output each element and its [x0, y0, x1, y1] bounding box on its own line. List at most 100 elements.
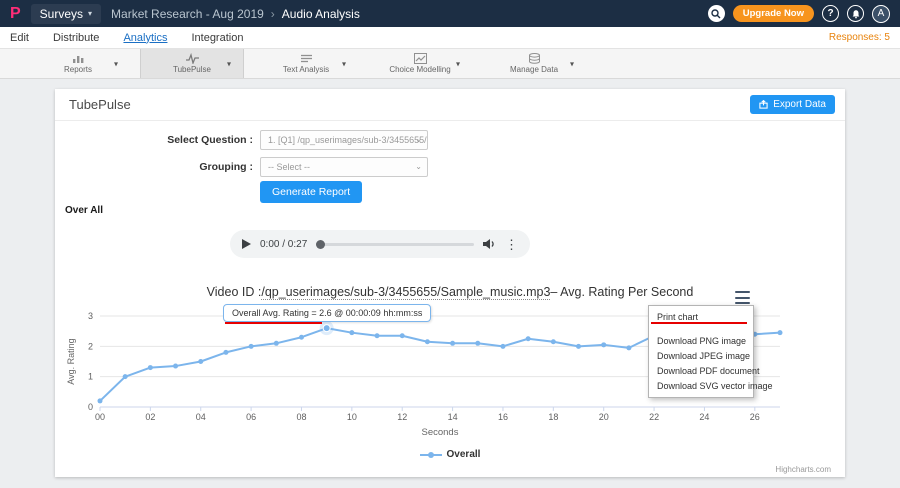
toolbar-item-label: Text Analysis: [283, 65, 329, 74]
menu-item-download-jpeg[interactable]: Download JPEG image: [649, 348, 753, 363]
legend-label: Overall: [447, 449, 481, 460]
line-chart-icon: [414, 53, 427, 64]
hamburger-icon: [735, 291, 750, 293]
svg-text:18: 18: [548, 412, 558, 422]
surveys-dropdown[interactable]: Surveys ▾: [31, 4, 101, 24]
svg-text:14: 14: [448, 412, 458, 422]
breadcrumb-parent[interactable]: Market Research - Aug 2019: [111, 7, 264, 21]
bar-chart-icon: [72, 53, 85, 64]
export-data-label: Export Data: [773, 99, 826, 110]
menu-item-edit[interactable]: Edit: [10, 32, 29, 44]
menu-item-download-pdf[interactable]: Download PDF document: [649, 363, 753, 378]
svg-text:0: 0: [88, 402, 93, 412]
svg-text:2: 2: [88, 341, 93, 351]
svg-text:26: 26: [750, 412, 760, 422]
toolbar-item-reports[interactable]: Reports ▾: [26, 49, 130, 78]
menu-item-integration[interactable]: Integration: [191, 32, 243, 44]
chevron-down-icon: ⌄: [415, 131, 422, 149]
chevron-down-icon[interactable]: ▾: [342, 59, 346, 68]
tubepulse-panel: TubePulse Export Data Select Question : …: [55, 89, 845, 477]
search-icon[interactable]: [708, 5, 725, 22]
chevron-down-icon: ▾: [88, 9, 92, 18]
database-icon: [528, 53, 541, 64]
svg-text:00: 00: [95, 412, 105, 422]
chart-title-path: /qp_userimages/sub-3/3455655/Sample_musi…: [261, 285, 550, 300]
topbar: P Surveys ▾ Market Research - Aug 2019 ›…: [0, 0, 900, 27]
toolbar-item-choice-modelling[interactable]: Choice Modelling ▾: [368, 49, 472, 78]
toolbar-item-tubepulse[interactable]: TubePulse ▾: [140, 49, 244, 78]
chevron-down-icon[interactable]: ▾: [570, 59, 574, 68]
svg-text:16: 16: [498, 412, 508, 422]
export-icon: [759, 100, 768, 109]
topbar-actions: Upgrade Now ? A: [708, 5, 890, 23]
chevron-down-icon[interactable]: ▾: [114, 59, 118, 68]
toolbar-item-label: TubePulse: [173, 65, 211, 74]
menu-item-distribute[interactable]: Distribute: [53, 32, 99, 44]
svg-text:24: 24: [699, 412, 709, 422]
toolbar-item-label: Reports: [64, 65, 92, 74]
user-avatar[interactable]: A: [872, 5, 890, 23]
toolbar-item-label: Choice Modelling: [389, 65, 450, 74]
overflow-menu-icon[interactable]: ⋮: [505, 238, 518, 251]
content-area: TubePulse Export Data Select Question : …: [0, 79, 900, 488]
hamburger-icon: [735, 297, 750, 299]
seek-thumb[interactable]: [316, 240, 325, 249]
annotation-underline-print: [651, 322, 747, 324]
svg-text:12: 12: [397, 412, 407, 422]
volume-icon[interactable]: [483, 238, 496, 250]
generate-report-button[interactable]: Generate Report: [260, 181, 362, 203]
pulse-icon: [186, 53, 199, 64]
seek-slider[interactable]: [316, 243, 474, 246]
export-data-button[interactable]: Export Data: [750, 95, 835, 114]
svg-text:Avg. Rating: Avg. Rating: [66, 338, 76, 384]
highcharts-credits[interactable]: Highcharts.com: [775, 465, 831, 474]
menu-item-download-svg[interactable]: Download SVG vector image: [649, 378, 753, 393]
panel-header: TubePulse Export Data: [55, 89, 845, 121]
svg-text:22: 22: [649, 412, 659, 422]
audio-player: 0:00 / 0:27 ⋮: [230, 230, 530, 258]
chart-tooltip: Overall Avg. Rating = 2.6 @ 00:00:09 hh:…: [223, 304, 431, 322]
menu-separator: [649, 324, 753, 333]
play-button-icon[interactable]: [242, 239, 251, 249]
select-question-value: 1. [Q1] /qp_userimages/sub-3/3455655/S..…: [268, 135, 428, 145]
help-button[interactable]: ?: [822, 5, 839, 22]
toolbar-item-manage-data[interactable]: Manage Data ▾: [482, 49, 586, 78]
text-lines-icon: [300, 53, 313, 64]
grouping-value: -- Select --: [268, 162, 310, 172]
grouping-dropdown[interactable]: -- Select -- ⌄: [260, 157, 428, 177]
upgrade-button[interactable]: Upgrade Now: [733, 5, 814, 22]
svg-text:04: 04: [196, 412, 206, 422]
select-question-dropdown[interactable]: 1. [Q1] /qp_userimages/sub-3/3455655/S..…: [260, 130, 428, 150]
responses-count: Responses: 5: [829, 32, 890, 43]
breadcrumb: Market Research - Aug 2019 › Audio Analy…: [111, 7, 360, 21]
overall-section-label: Over All: [65, 205, 103, 216]
chevron-down-icon[interactable]: ▾: [227, 59, 231, 68]
svg-text:02: 02: [145, 412, 155, 422]
chevron-down-icon[interactable]: ▾: [456, 59, 460, 68]
audio-time: 0:00 / 0:27: [260, 239, 307, 250]
notifications-bell-icon[interactable]: [847, 5, 864, 22]
chart-title-suffix: – Avg. Rating Per Second: [550, 285, 693, 299]
menu-item-download-png[interactable]: Download PNG image: [649, 333, 753, 348]
chevron-down-icon: ⌄: [415, 158, 422, 176]
chart-title: Video ID :/qp_userimages/sub-3/3455655/S…: [55, 285, 845, 299]
chart-legend-item[interactable]: Overall: [55, 449, 845, 460]
grouping-label: Grouping :: [55, 161, 253, 173]
menubar: Edit Distribute Analytics Integration Re…: [0, 27, 900, 49]
toolbar-item-label: Manage Data: [510, 65, 558, 74]
svg-text:10: 10: [347, 412, 357, 422]
app-logo[interactable]: P: [10, 5, 21, 23]
svg-text:Seconds: Seconds: [422, 427, 459, 438]
chart-title-prefix: Video ID :: [207, 285, 262, 299]
breadcrumb-current: Audio Analysis: [282, 7, 360, 21]
breadcrumb-separator: ›: [271, 7, 275, 21]
svg-text:08: 08: [296, 412, 306, 422]
svg-text:1: 1: [88, 372, 93, 382]
svg-text:06: 06: [246, 412, 256, 422]
panel-title: TubePulse: [69, 89, 131, 121]
svg-text:20: 20: [599, 412, 609, 422]
toolbar-item-text-analysis[interactable]: Text Analysis ▾: [254, 49, 358, 78]
legend-marker-icon: [420, 451, 442, 459]
menu-item-analytics[interactable]: Analytics: [123, 32, 167, 44]
select-question-label: Select Question :: [55, 134, 253, 146]
